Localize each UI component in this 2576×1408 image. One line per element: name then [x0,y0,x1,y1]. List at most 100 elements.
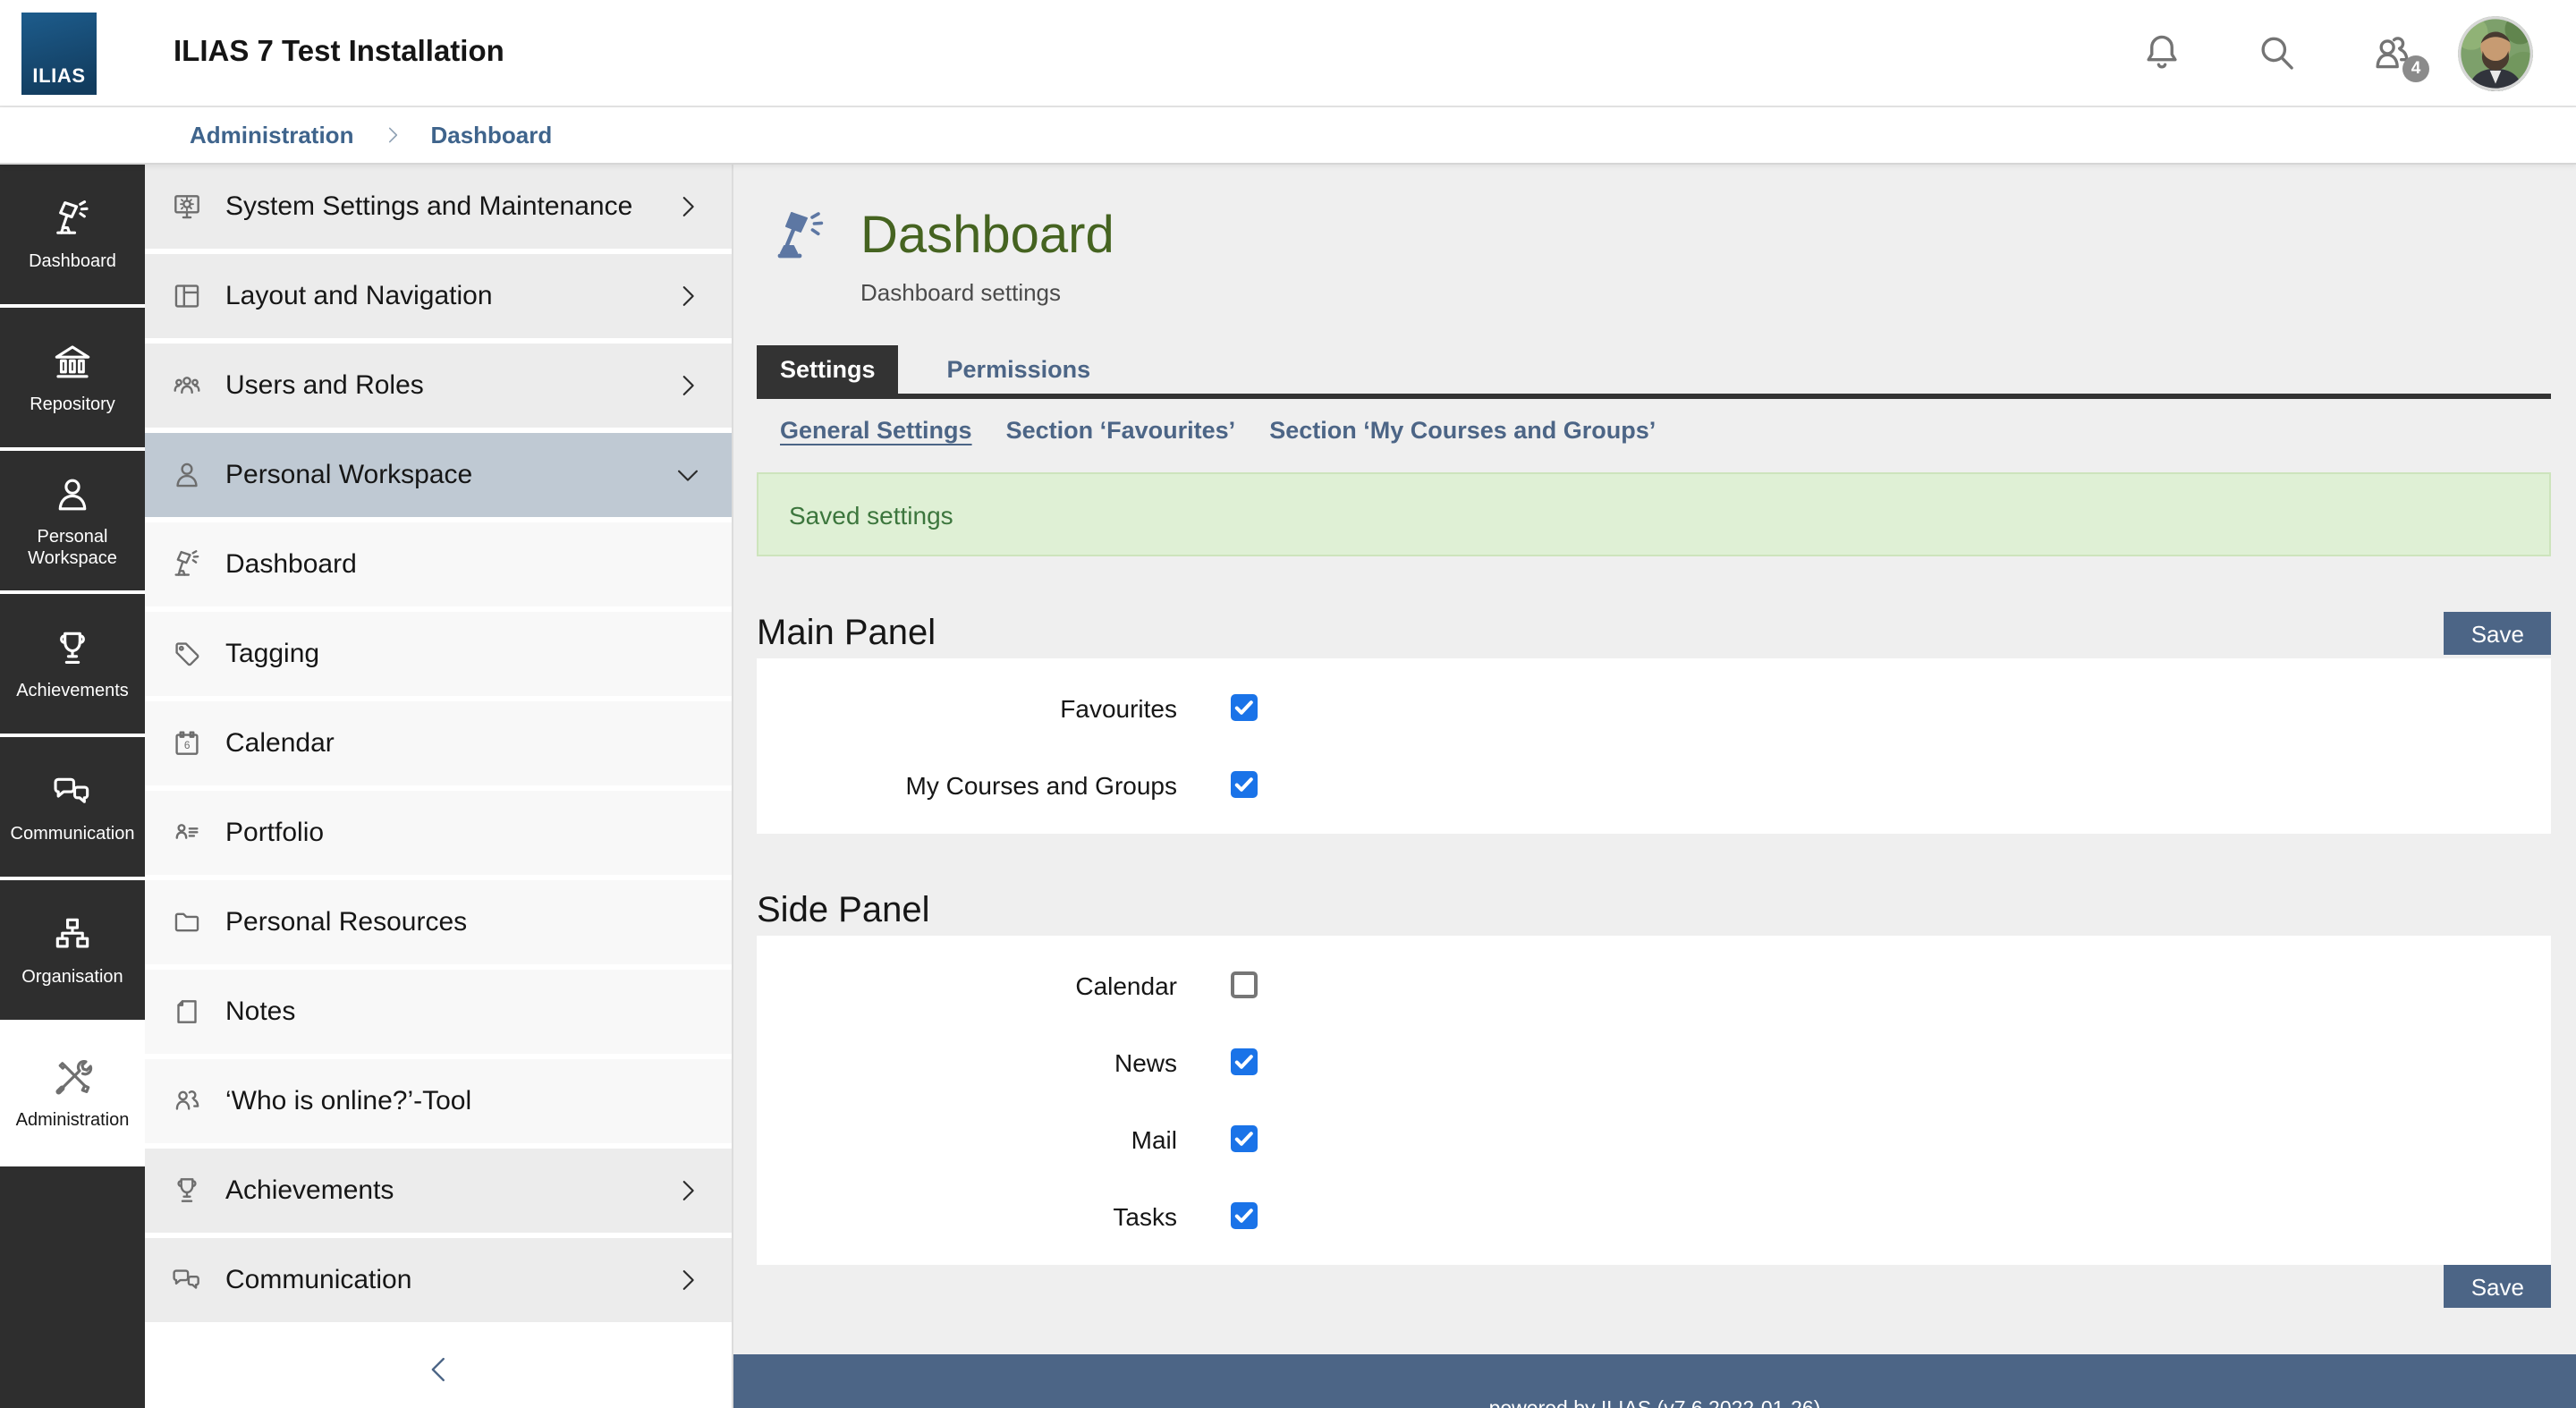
menu-item-tagging[interactable]: Tagging [145,612,732,696]
content-area: Dashboard Dashboard settings Settings Per… [733,165,2576,1408]
checkbox-favourites[interactable] [1231,694,1258,721]
ilias-logo[interactable]: ILIAS [21,12,97,94]
ilias-logo-text: ILIAS [32,65,85,87]
page-subtitle: Dashboard settings [860,279,1114,306]
administration-menu-list: System Settings and Maintenance Layout a… [145,165,732,1327]
rail-item-label: Administration [11,1111,135,1132]
rail-item-dashboard[interactable]: Dashboard [0,165,145,308]
menu-item-personal-workspace[interactable]: Personal Workspace [145,433,732,517]
rail-item-label: Communication [5,825,140,845]
menu-collapse-button[interactable] [145,1331,732,1408]
tab-permissions[interactable]: Permissions [924,345,1114,394]
checkbox-my-courses-and-groups[interactable] [1231,771,1258,798]
menu-item-dashboard[interactable]: Dashboard [145,522,732,606]
svg-text:6: 6 [184,739,191,751]
breadcrumb-dashboard[interactable]: Dashboard [430,122,552,148]
field-label: My Courses and Groups [757,770,1177,799]
rail-item-label: Organisation [16,968,128,988]
menu-item-portfolio[interactable]: Portfolio [145,791,732,875]
rail-item-personal-workspace[interactable]: Personal Workspace [0,451,145,594]
portfolio-icon [170,816,204,850]
user-icon [50,472,95,517]
checkbox-news[interactable] [1231,1048,1258,1075]
field-label: Mail [757,1124,1177,1153]
menu-item-label: Portfolio [225,818,324,848]
menu-item-label: Users and Roles [225,370,424,401]
menu-item-label: Achievements [225,1175,394,1206]
installation-title: ILIAS 7 Test Installation [174,36,504,70]
administration-menu: System Settings and Maintenance Layout a… [145,165,733,1408]
page-title-block: Dashboard Dashboard settings [757,165,2551,335]
chat-icon [170,1263,204,1297]
field-label: News [757,1048,1177,1076]
page-title: Dashboard [860,209,1114,267]
menu-item-calendar[interactable]: 6 Calendar [145,701,732,785]
rail-item-administration[interactable]: Administration [0,1023,145,1166]
calendar-icon: 6 [170,726,204,760]
checkbox-tasks[interactable] [1231,1202,1258,1229]
rail-item-organisation[interactable]: Organisation [0,880,145,1023]
rail-item-label: Achievements [11,682,134,702]
menu-item-label: Layout and Navigation [225,281,493,311]
rail-item-achievements[interactable]: Achievements [0,594,145,737]
section-title: Side Panel [757,890,930,931]
form-row-news: News [757,1023,2551,1100]
form-row-mail: Mail [757,1100,2551,1177]
tab-settings[interactable]: Settings [757,345,899,394]
checkbox-calendar[interactable] [1231,971,1258,998]
save-button-bottom[interactable]: Save [2445,1265,2551,1308]
breadcrumb-administration[interactable]: Administration [190,122,353,148]
section-heading-main-panel: Main Panel Save [757,612,2551,655]
lamp-icon [170,547,204,581]
note-icon [170,995,204,1029]
menu-item-notes[interactable]: Notes [145,970,732,1054]
menu-item-label: Communication [225,1265,411,1295]
menu-item-label: ‘Who is online?’-Tool [225,1086,471,1116]
checkbox-mail[interactable] [1231,1125,1258,1152]
menu-item-label: Tagging [225,639,319,669]
subtab-section-my-courses-and-groups[interactable]: Section ‘My Courses and Groups’ [1269,417,1656,444]
menu-item-communication[interactable]: Communication [145,1238,732,1322]
save-button-top[interactable]: Save [2445,612,2551,655]
form-row-favourites: Favourites [757,669,2551,746]
bank-icon [50,340,95,385]
orgchart-icon [50,912,95,957]
section-heading-side-panel: Side Panel [757,889,2551,932]
form-row-calendar: Calendar [757,946,2551,1023]
rail-item-communication[interactable]: Communication [0,737,145,880]
menu-item-who-is-online-tool[interactable]: ‘Who is online?’-Tool [145,1059,732,1143]
users-icon [170,369,204,403]
online-users-count-badge: 4 [2402,55,2429,82]
menu-item-users-and-roles[interactable]: Users and Roles [145,344,732,428]
online-users-icon[interactable]: 4 [2367,29,2415,77]
tools-icon [50,1056,95,1100]
menu-item-label: Calendar [225,728,335,759]
breadcrumb: Administration Dashboard [0,107,2576,165]
top-header: ILIAS ILIAS 7 Test Installation 4 [0,0,2576,107]
search-icon[interactable] [2252,29,2301,77]
section-title: Main Panel [757,613,936,654]
rail-item-repository[interactable]: Repository [0,308,145,451]
menu-item-layout-and-navigation[interactable]: Layout and Navigation [145,254,732,338]
chevron-right-icon [673,1265,703,1295]
rail-item-label: Repository [24,395,121,416]
chevron-right-icon [673,1175,703,1206]
tab-bar: Settings Permissions [757,345,2551,399]
form-row-tasks: Tasks [757,1177,2551,1254]
powered-by-ilias-link[interactable]: powered by ILIAS (v7.6 2022-01-26) [1489,1399,1821,1408]
menu-item-label: Dashboard [225,549,357,580]
tag-icon [170,637,204,671]
who-online-icon [170,1084,204,1118]
menu-item-personal-resources[interactable]: Personal Resources [145,880,732,964]
field-label: Calendar [757,971,1177,999]
notifications-bell-icon[interactable] [2138,29,2186,77]
chevron-down-icon [673,460,703,490]
menu-item-label: Personal Workspace [225,460,472,490]
user-avatar[interactable] [2458,15,2533,90]
user-icon [170,458,204,492]
dashboard-lamp-icon [775,209,825,272]
subtab-general-settings[interactable]: General Settings [780,417,972,444]
subtab-section-favourites[interactable]: Section ‘Favourites’ [1006,417,1236,444]
menu-item-system-settings-and-maintenance[interactable]: System Settings and Maintenance [145,165,732,249]
menu-item-achievements[interactable]: Achievements [145,1149,732,1233]
